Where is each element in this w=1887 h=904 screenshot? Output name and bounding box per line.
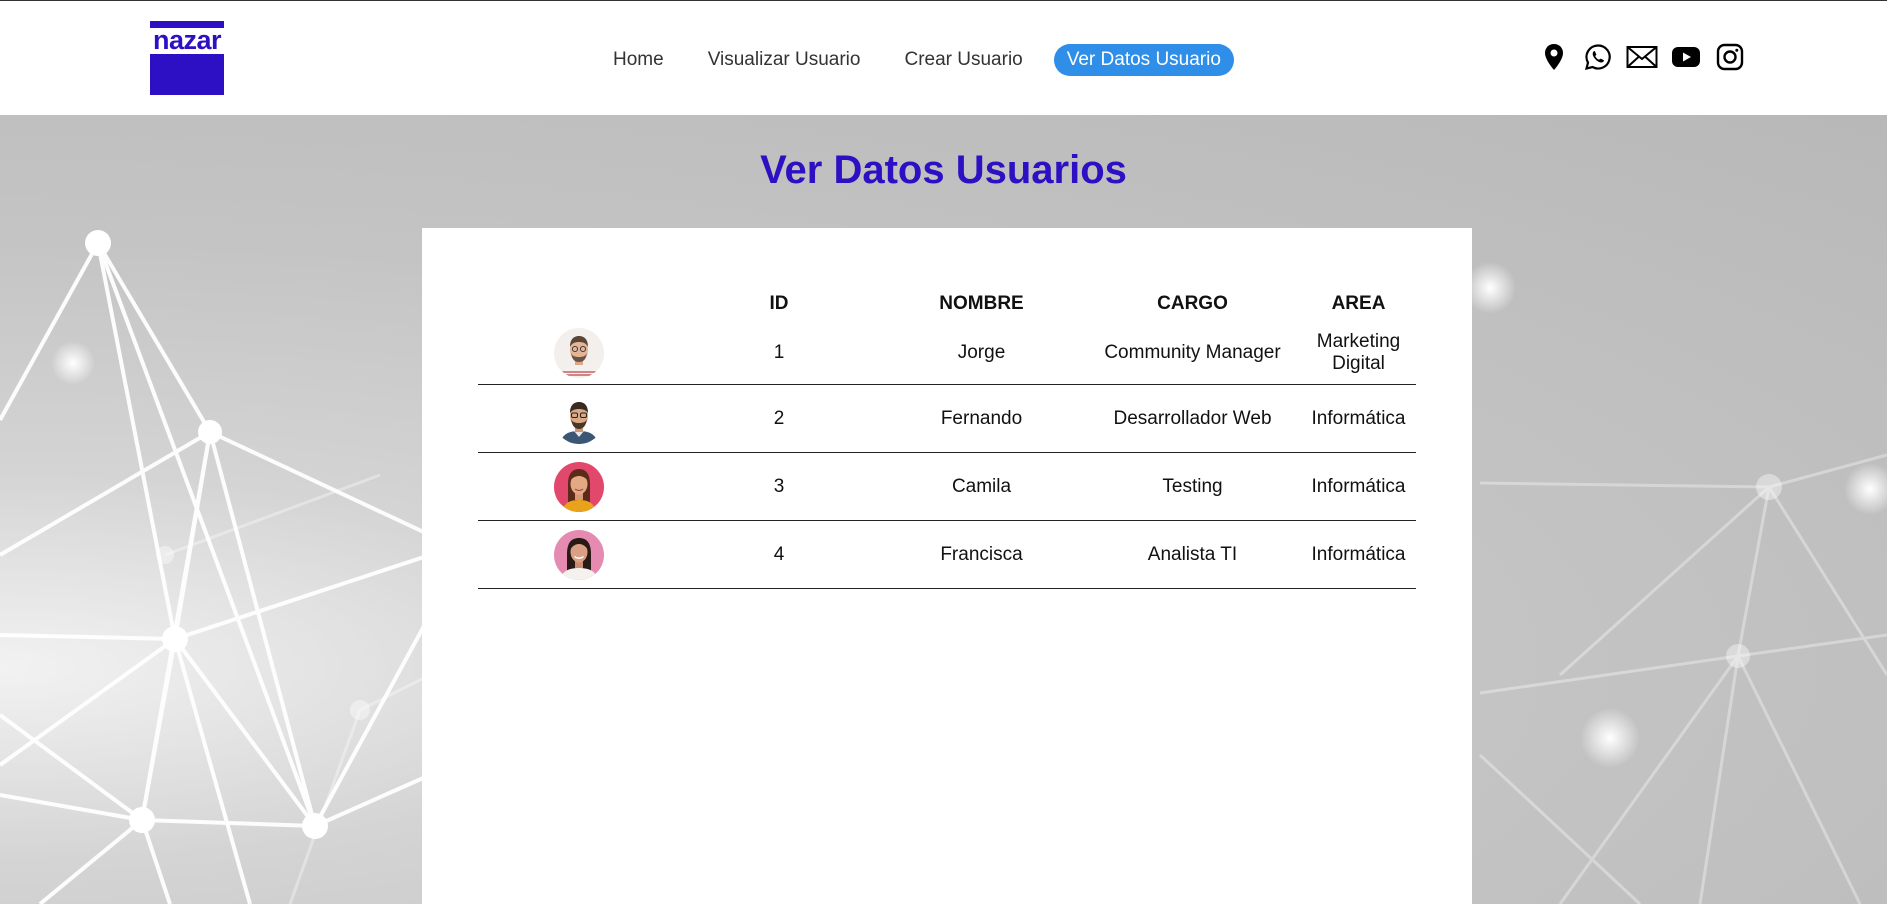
table-row[interactable]: 4 Francisca Analista TI Informática bbox=[478, 520, 1416, 589]
table-row[interactable]: 2 Fernando Desarrollador Web Informática bbox=[478, 384, 1416, 453]
whatsapp-icon[interactable] bbox=[1582, 41, 1614, 73]
cell-nombre: Jorge bbox=[879, 322, 1084, 385]
mail-icon[interactable] bbox=[1626, 41, 1658, 73]
nav-home[interactable]: Home bbox=[600, 44, 677, 76]
brand-logo[interactable]: nazar bbox=[150, 21, 224, 95]
cell-area: Marketing Digital bbox=[1301, 322, 1416, 385]
cell-area: Informática bbox=[1301, 384, 1416, 453]
header-id: ID bbox=[769, 293, 789, 314]
cell-nombre: Camila bbox=[879, 452, 1084, 521]
header-nombre: NOMBRE bbox=[939, 293, 1024, 314]
header-area: AREA bbox=[1331, 293, 1386, 314]
cell-cargo: Testing bbox=[1084, 452, 1301, 521]
nav-visualizar-usuario[interactable]: Visualizar Usuario bbox=[695, 44, 874, 76]
cell-nombre: Fernando bbox=[879, 384, 1084, 453]
user-avatar bbox=[553, 529, 604, 580]
social-links bbox=[1538, 41, 1758, 73]
brand-logo-text: nazar bbox=[150, 27, 224, 54]
user-avatar bbox=[553, 393, 604, 444]
cell-id: 3 bbox=[679, 452, 879, 521]
user-avatar bbox=[553, 461, 604, 512]
instagram-icon[interactable] bbox=[1714, 41, 1746, 73]
youtube-icon[interactable] bbox=[1670, 41, 1702, 73]
table-row[interactable]: 1 Jorge Community Manager Marketing Digi… bbox=[478, 322, 1416, 385]
cell-area: Informática bbox=[1301, 452, 1416, 521]
main-nav: Home Visualizar Usuario Crear Usuario Ve… bbox=[600, 43, 1252, 77]
cell-area: Informática bbox=[1301, 520, 1416, 589]
nav-crear-usuario[interactable]: Crear Usuario bbox=[891, 44, 1035, 76]
header-avatar bbox=[478, 286, 679, 322]
cell-id: 1 bbox=[679, 322, 879, 385]
users-panel: ID NOMBRE CARGO AREA 1 Jorge Community M… bbox=[422, 228, 1472, 904]
cell-id: 2 bbox=[679, 384, 879, 453]
nav-ver-datos-usuario[interactable]: Ver Datos Usuario bbox=[1053, 44, 1234, 76]
user-avatar bbox=[553, 328, 604, 378]
table-row[interactable]: 3 Camila Testing Informática bbox=[478, 452, 1416, 521]
cell-cargo: Community Manager bbox=[1084, 322, 1301, 385]
cell-cargo: Analista TI bbox=[1084, 520, 1301, 589]
site-header: nazar Home Visualizar Usuario Crear Usua… bbox=[0, 1, 1887, 115]
cell-nombre: Francisca bbox=[879, 520, 1084, 589]
location-pin-icon[interactable] bbox=[1538, 41, 1570, 73]
page-title: Ver Datos Usuarios bbox=[760, 148, 1127, 192]
cell-cargo: Desarrollador Web bbox=[1084, 384, 1301, 453]
table-header-row: ID NOMBRE CARGO AREA bbox=[478, 286, 1416, 322]
users-table: ID NOMBRE CARGO AREA 1 Jorge Community M… bbox=[478, 286, 1416, 589]
cell-id: 4 bbox=[679, 520, 879, 589]
header-cargo: CARGO bbox=[1157, 293, 1228, 314]
